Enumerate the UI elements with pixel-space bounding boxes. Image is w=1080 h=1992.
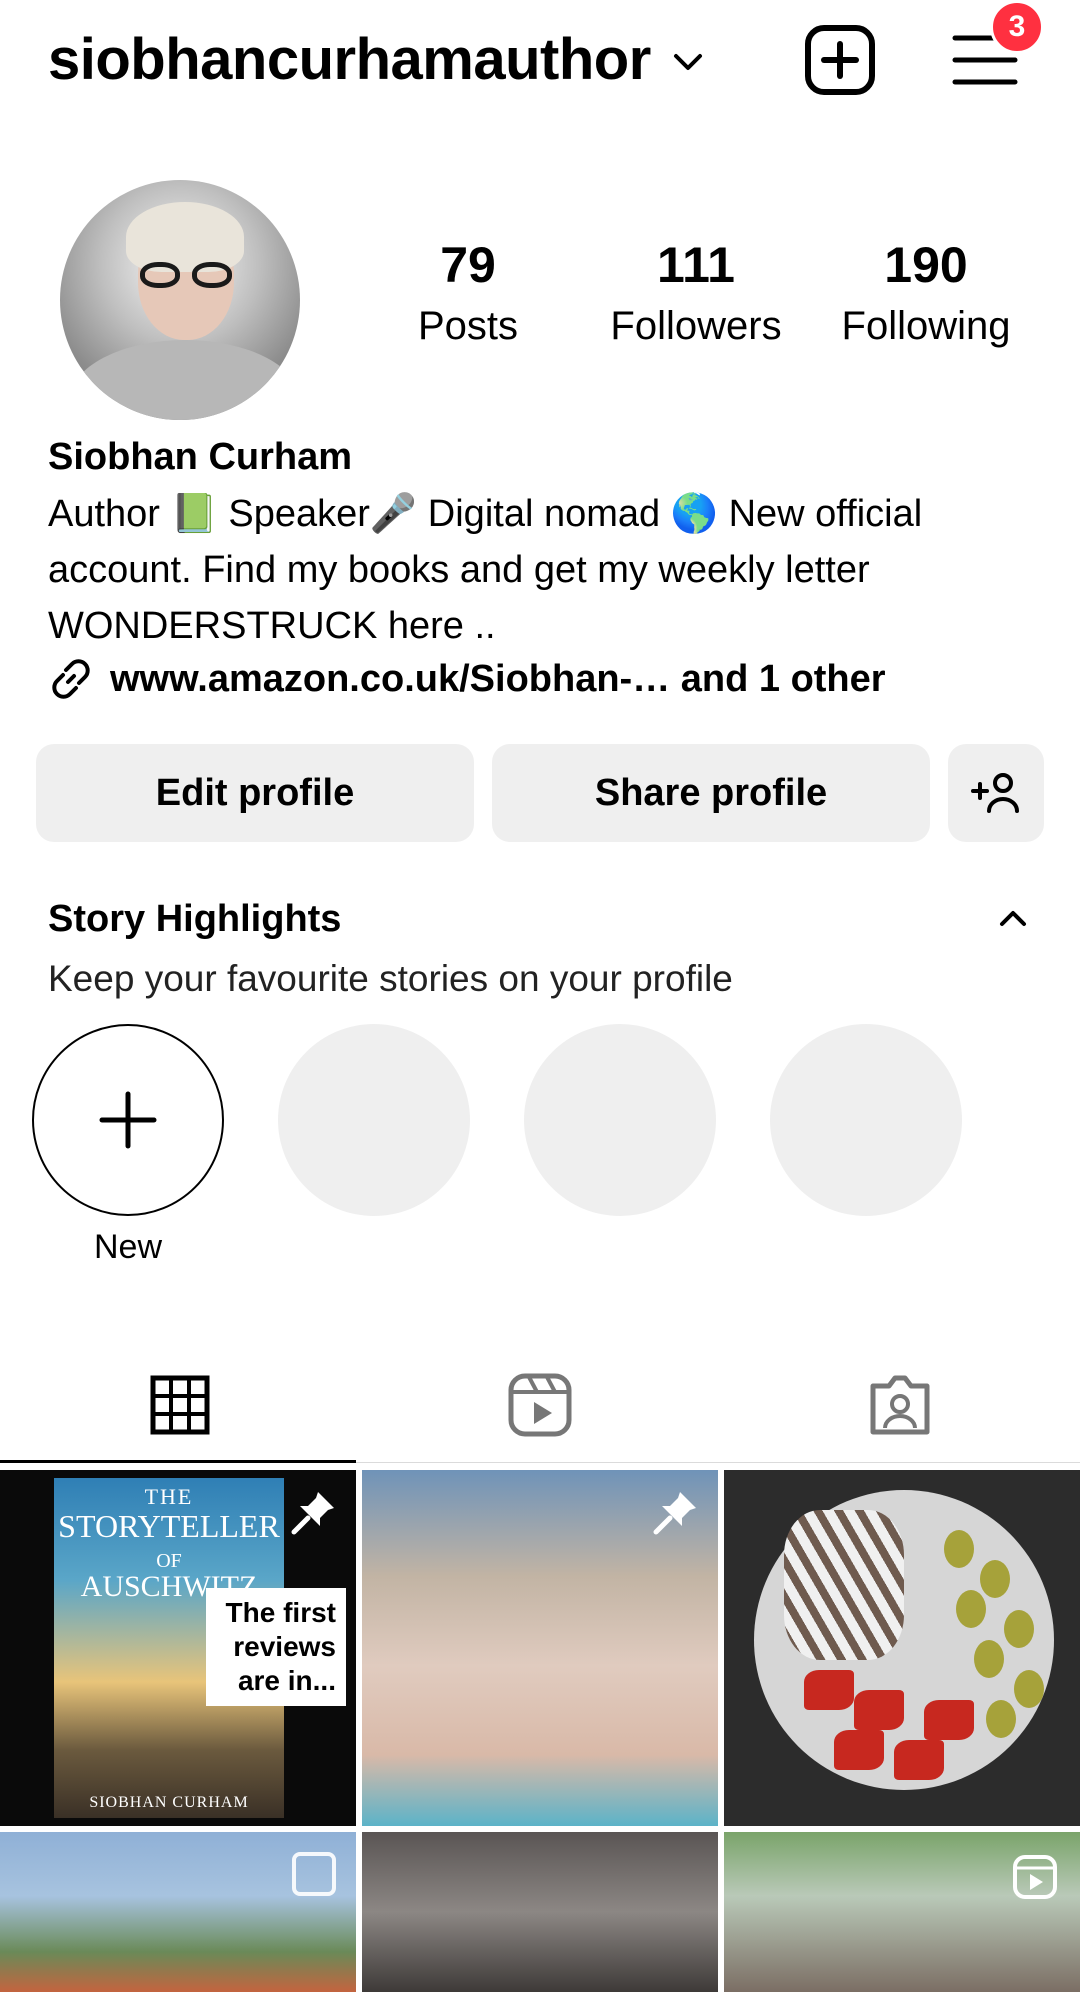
tab-reels[interactable]	[360, 1350, 720, 1460]
book-title-line: THE	[144, 1484, 194, 1509]
profile-avatar[interactable]	[60, 180, 300, 420]
grid-icon	[150, 1375, 210, 1435]
food-tomato	[804, 1670, 854, 1710]
link-text[interactable]: www.amazon.co.uk/Siobhan-… and 1 other	[110, 658, 886, 701]
food-tomato	[894, 1740, 944, 1780]
highlight-placeholder	[770, 1024, 962, 1216]
post-tile[interactable]: THE STORYTELLER OF AUSCHWITZ SIOBHAN CUR…	[0, 1470, 356, 1826]
link-icon	[52, 659, 90, 699]
story-highlights-subtitle: Keep your favourite stories on your prof…	[48, 958, 733, 999]
post-overlay-text: The first reviews are in...	[206, 1588, 346, 1706]
chevron-up-icon[interactable]	[996, 906, 1030, 930]
post-tile[interactable]	[724, 1832, 1080, 1992]
bio: Author 📗 Speaker🎤 Digital nomad 🌎 New of…	[48, 486, 1048, 654]
active-tab-indicator	[0, 1460, 356, 1463]
profile-header: siobhancurhamauthor 3	[0, 0, 1080, 120]
avatar-body	[70, 340, 300, 420]
followers-count: 111	[657, 237, 735, 293]
new-highlight-button[interactable]	[32, 1024, 224, 1216]
discover-people-button[interactable]	[948, 744, 1044, 842]
carousel-icon	[292, 1852, 336, 1896]
book-author: SIOBHAN CURHAM	[89, 1794, 249, 1811]
food-olive	[986, 1700, 1016, 1738]
edit-profile-button[interactable]: Edit profile	[36, 744, 474, 842]
avatar-glasses	[140, 262, 232, 288]
food-olive	[1004, 1610, 1034, 1648]
tagged-icon	[870, 1375, 930, 1435]
book-title-line: STORYTELLER	[58, 1508, 280, 1544]
create-post-icon[interactable]	[804, 24, 876, 96]
food-olive	[1014, 1670, 1044, 1708]
highlight-placeholder	[278, 1024, 470, 1216]
add-person-icon	[971, 773, 1019, 813]
followers-label: Followers	[610, 304, 782, 348]
notification-badge[interactable]: 3	[990, 0, 1044, 54]
bio-line: account. Find my books and get my weekly…	[48, 549, 870, 591]
plus-icon	[99, 1091, 157, 1149]
story-highlights-title: Story Highlights	[48, 898, 342, 940]
pin-icon	[291, 1492, 334, 1535]
followers-stat[interactable]: 111 Followers	[596, 240, 796, 346]
post-tile[interactable]	[0, 1832, 356, 1992]
food-tomato	[854, 1690, 904, 1730]
pin-icon	[653, 1492, 696, 1535]
bio-line: Author 📗 Speaker🎤 Digital nomad 🌎 New of…	[48, 493, 923, 535]
chevron-down-icon[interactable]	[673, 53, 703, 73]
tab-tagged[interactable]	[720, 1350, 1080, 1460]
tab-posts-grid[interactable]	[0, 1350, 360, 1460]
food-olive	[980, 1560, 1010, 1598]
food-olive	[944, 1530, 974, 1568]
new-highlight-label: New	[93, 1228, 163, 1266]
account-switcher[interactable]: siobhancurhamauthor	[48, 26, 703, 93]
username[interactable]: siobhancurhamauthor	[48, 26, 651, 93]
bio-line: WONDERSTRUCK here ..	[48, 605, 496, 647]
following-count: 190	[884, 237, 968, 293]
posts-stat[interactable]: 79 Posts	[368, 240, 568, 346]
following-stat[interactable]: 190 Following	[826, 240, 1026, 346]
following-label: Following	[841, 304, 1011, 348]
highlight-placeholder	[524, 1024, 716, 1216]
profile-link[interactable]: www.amazon.co.uk/Siobhan-… and 1 other	[48, 656, 886, 702]
food-olive	[956, 1590, 986, 1628]
post-tile[interactable]	[362, 1832, 718, 1992]
post-tile[interactable]	[724, 1470, 1080, 1826]
food-olive	[974, 1640, 1004, 1678]
reel-icon	[1013, 1855, 1057, 1899]
food-tomato	[924, 1700, 974, 1740]
food-tomato	[834, 1730, 884, 1770]
posts-label: Posts	[417, 304, 519, 348]
post-tile[interactable]	[362, 1470, 718, 1826]
food-sardines	[784, 1510, 904, 1660]
display-name: Siobhan Curham	[48, 436, 353, 478]
posts-count: 79	[440, 237, 496, 293]
share-profile-button[interactable]: Share profile	[492, 744, 930, 842]
reels-icon	[508, 1373, 572, 1437]
